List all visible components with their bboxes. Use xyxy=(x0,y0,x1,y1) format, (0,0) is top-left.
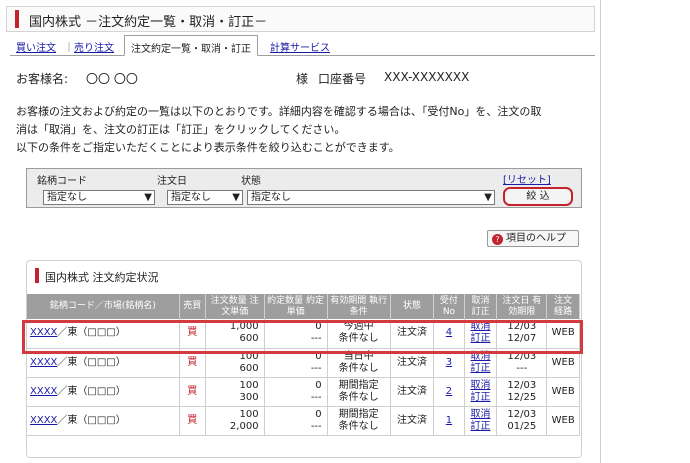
stock-code-link[interactable]: XXXX xyxy=(30,386,57,397)
filter-date-label: 注文日 xyxy=(157,176,187,187)
column-header: 銘柄コード／市場(銘柄名) xyxy=(27,294,180,319)
exec-qty-cell: 0 --- xyxy=(264,406,328,436)
customer-name-label: お客様名: xyxy=(16,72,69,86)
tab-separator: ｜ xyxy=(64,43,74,54)
order-qty-cell: 100 2,000 xyxy=(205,406,265,436)
reset-link[interactable]: [リセット] xyxy=(503,171,551,186)
tab-buy-order[interactable]: 買い注文 xyxy=(16,39,56,54)
exec-qty-cell: 0 --- xyxy=(264,377,328,407)
filter-code-select[interactable]: 指定なし ▼ xyxy=(43,190,155,205)
tab-bar: 買い注文 ｜ 売り注文 注文約定一覧・取消・訂正 計算サービス xyxy=(10,35,596,56)
cancel-link[interactable]: 取消 xyxy=(467,409,495,421)
route-cell: WEB xyxy=(546,406,580,436)
account-number: XXX-XXXXXXX xyxy=(384,70,470,84)
filter-date-select[interactable]: 指定なし ▼ xyxy=(167,190,243,205)
state-cell: 注文済 xyxy=(390,377,435,407)
description: お客様の注文および約定の一覧は以下のとおりです。詳細内容を確認する場合は、「受付… xyxy=(16,103,596,157)
table-header-row: 銘柄コード／市場(銘柄名) 売買 注文数量 注文単価 約定数量 約定単価 有効期… xyxy=(27,294,580,319)
chevron-down-icon: ▼ xyxy=(484,192,492,203)
help-button[interactable]: ? 項目のヘルプ xyxy=(487,230,579,247)
stock-cell: XXXX／東（□□□） xyxy=(27,406,180,436)
filter-code-label: 銘柄コード xyxy=(37,176,87,187)
tab-calc-service[interactable]: 計算サービス xyxy=(270,39,330,54)
term-cell: 期間指定 条件なし xyxy=(327,406,391,436)
column-header: 注文日 有効期限 xyxy=(496,294,548,319)
column-header: 注文数量 注文単価 xyxy=(205,294,265,319)
amend-link[interactable]: 訂正 xyxy=(467,421,495,433)
panel-title: 国内株式 注文約定状況 xyxy=(45,271,159,284)
description-line: お客様の注文および約定の一覧は以下のとおりです。詳細内容を確認する場合は、「受付… xyxy=(16,105,542,118)
route-cell: WEB xyxy=(546,377,580,407)
column-header: 注文 経路 xyxy=(546,294,580,319)
orders-table: 銘柄コード／市場(銘柄名) 売買 注文数量 注文単価 約定数量 約定単価 有効期… xyxy=(27,294,580,436)
narrow-button[interactable]: 絞 込 xyxy=(503,187,573,206)
account-label: 口座番号 xyxy=(318,72,367,86)
help-label: 項目のヘルプ xyxy=(506,233,566,244)
table-row: XXXX／東（□□□） 買 100 300 0 --- 期間指定 条件なし 注文済 2… xyxy=(27,377,580,407)
side-cell: 買 xyxy=(179,406,206,436)
column-header: 取消 訂正 xyxy=(464,294,498,319)
page-title: 国内株式 －注文約定一覧・取消・訂正－ xyxy=(29,15,268,30)
stock-code-link[interactable]: XXXX xyxy=(30,415,57,426)
page-header: 国内株式 －注文約定一覧・取消・訂正－ xyxy=(6,6,595,32)
header-accent-bar xyxy=(15,10,19,28)
receipt-cell: 2 xyxy=(433,377,465,407)
date-cell: 12/03 01/25 xyxy=(496,406,548,436)
table-row: XXXX／東（□□□） 買 100 2,000 0 --- 期間指定 条件なし 注文済… xyxy=(27,406,580,436)
amend-link[interactable]: 訂正 xyxy=(467,392,495,404)
description-line: 以下の条件をご指定いただくことにより表示条件を絞り込むことができます。 xyxy=(16,141,400,154)
filter-state-label: 状態 xyxy=(241,176,261,187)
side-cell: 買 xyxy=(179,377,206,407)
column-header: 売買 xyxy=(179,294,206,319)
receipt-number-link[interactable]: 3 xyxy=(446,357,452,368)
market-name: ／東（□□□） xyxy=(57,414,126,426)
market-name: ／東（□□□） xyxy=(57,385,126,397)
panel-accent-bar xyxy=(35,268,39,283)
chevron-down-icon: ▼ xyxy=(232,192,240,203)
receipt-cell: 1 xyxy=(433,406,465,436)
term-cell: 期間指定 条件なし xyxy=(327,377,391,407)
receipt-number-link[interactable]: 1 xyxy=(446,415,452,426)
market-name: ／東（□□□） xyxy=(57,356,126,368)
receipt-number-link[interactable]: 2 xyxy=(446,386,452,397)
tab-order-list[interactable]: 注文約定一覧・取消・訂正 xyxy=(124,35,258,56)
filter-panel: 銘柄コード 注文日 状態 指定なし ▼ 指定なし ▼ 指定なし ▼ [リセット]… xyxy=(26,168,582,208)
stock-code-link[interactable]: XXXX xyxy=(30,357,57,368)
cancel-amend-cell: 取消 訂正 xyxy=(464,377,498,407)
column-header: 約定数量 約定単価 xyxy=(264,294,328,319)
date-cell: 12/03 12/25 xyxy=(496,377,548,407)
chevron-down-icon: ▼ xyxy=(144,192,152,203)
customer-name-value: 〇〇 〇〇 xyxy=(86,72,138,86)
filter-state-select[interactable]: 指定なし ▼ xyxy=(247,190,495,205)
tab-sell-order[interactable]: 売り注文 xyxy=(74,39,114,54)
tab-baseline xyxy=(10,55,595,56)
cancel-amend-cell: 取消 訂正 xyxy=(464,406,498,436)
cancel-link[interactable]: 取消 xyxy=(467,380,495,392)
description-line: 消は「取消」を、注文の訂正は「訂正」をクリックしてください。 xyxy=(16,123,346,136)
order-qty-cell: 100 300 xyxy=(205,377,265,407)
amend-link[interactable]: 訂正 xyxy=(467,363,495,375)
column-header: 状態 xyxy=(390,294,435,319)
column-header: 有効期間 執行条件 xyxy=(327,294,391,319)
stock-cell: XXXX／東（□□□） xyxy=(27,377,180,407)
state-cell: 注文済 xyxy=(390,406,435,436)
row-highlight-box xyxy=(22,320,583,354)
customer-suffix: 様 xyxy=(296,72,309,86)
question-icon: ? xyxy=(492,234,503,245)
column-header: 受付 No xyxy=(433,294,465,319)
